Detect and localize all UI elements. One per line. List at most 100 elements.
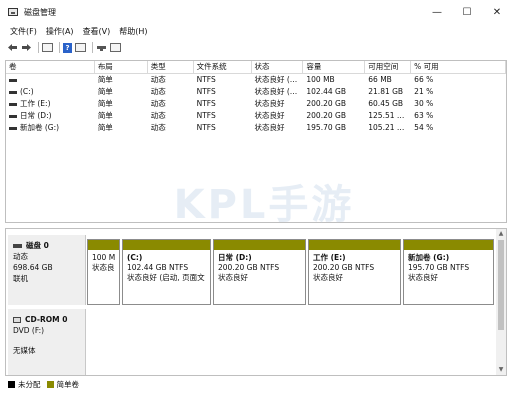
volume-icon (9, 78, 17, 82)
column-percent-free[interactable]: % 可用 (411, 61, 506, 73)
scroll-down-arrow-icon[interactable]: ▼ (496, 365, 506, 375)
column-volume[interactable]: 卷 (6, 61, 95, 73)
simple-volume-bar (214, 240, 305, 250)
menu-help[interactable]: 帮助(H) (119, 26, 147, 37)
percent-free-cell: 21 % (414, 87, 434, 96)
simple-volume-swatch (46, 380, 54, 388)
partition-status: 状态良好 (313, 273, 343, 282)
partition-size: 200.20 GB NTFS (313, 263, 375, 272)
table-row[interactable]: 日常 (D:) 简单 动态 NTFS 状态良好 200.20 GB 125.51… (6, 110, 506, 122)
partition-status: 状态良好 (218, 273, 248, 282)
table-row[interactable]: 工作 (E:) 简单 动态 NTFS 状态良好 200.20 GB 60.45 … (6, 98, 506, 110)
toolbar-separator (92, 42, 93, 53)
free-space-cell: 21.81 GB (368, 87, 404, 96)
volume-name: (C:) (20, 87, 34, 96)
cdrom-0-label[interactable]: CD-ROM 0 DVD (F:) 无媒体 (8, 309, 86, 375)
percent-free-cell: 30 % (414, 99, 434, 108)
status-cell: 状态良好 (… (254, 87, 298, 96)
disk-name: 磁盘 0 (26, 241, 49, 250)
unallocated-swatch (8, 380, 15, 388)
type-cell: 动态 (150, 87, 166, 96)
table-row[interactable]: 简单 动态 NTFS 状态良好 (… 100 MB 66 MB 66 % (6, 74, 506, 86)
volume-icon (9, 102, 17, 106)
disk-0-label[interactable]: 磁盘 0 动态 698.64 GB 联机 (8, 235, 86, 305)
hard-disk-icon (13, 244, 22, 248)
status-cell: 状态良好 (… (254, 75, 298, 84)
menu-bar: 文件(F) 操作(A) 查看(V) 帮助(H) (0, 24, 512, 38)
minimize-button[interactable]: — (422, 0, 452, 24)
cdrom-area (87, 309, 494, 375)
column-filesystem[interactable]: 文件系统 (194, 61, 252, 73)
partition-status: 状态良好 (启动, 页面文 (127, 273, 205, 282)
simple-volume-bar (88, 240, 119, 250)
volume-icon (9, 114, 17, 118)
vertical-scrollbar[interactable]: ▲ ▼ (496, 229, 506, 375)
cdrom-name: CD-ROM 0 (25, 315, 68, 324)
column-layout[interactable]: 布局 (95, 61, 148, 73)
partition-system-reserved[interactable]: 100 M 状态良 (87, 239, 120, 305)
volume-name: 日常 (D:) (20, 111, 52, 120)
cd-drive-icon (13, 317, 21, 323)
cdrom-media: 无媒体 (13, 346, 36, 355)
column-capacity[interactable]: 容量 (303, 61, 366, 73)
partition-size: 102.44 GB NTFS (127, 263, 189, 272)
toolbar-separator (38, 42, 39, 53)
menu-action[interactable]: 操作(A) (46, 26, 74, 37)
simple-volume-bar (404, 240, 493, 250)
maximize-button[interactable]: ☐ (452, 0, 482, 24)
filesystem-cell: NTFS (196, 87, 216, 96)
partition-c[interactable]: (C:) 102.44 GB NTFS 状态良好 (启动, 页面文 (122, 239, 211, 305)
capacity-cell: 200.20 GB (306, 99, 346, 108)
disk-size: 698.64 GB (13, 263, 53, 272)
partition-status: 状态良 (92, 263, 115, 272)
simple-volume-bar (309, 240, 400, 250)
back-arrow-icon[interactable] (7, 42, 18, 53)
filesystem-cell: NTFS (196, 99, 216, 108)
table-row[interactable]: (C:) 简单 动态 NTFS 状态良好 (… 102.44 GB 21.81 … (6, 86, 506, 98)
disk-management-icon (8, 8, 18, 16)
volume-list-header: 卷 布局 类型 文件系统 状态 容量 可用空间 % 可用 (6, 61, 506, 74)
menu-view[interactable]: 查看(V) (83, 26, 111, 37)
partition-name: 新加卷 (G:) (408, 253, 450, 262)
layout-cell: 简单 (97, 75, 113, 84)
scroll-up-arrow-icon[interactable]: ▲ (496, 229, 506, 239)
column-status[interactable]: 状态 (252, 61, 304, 73)
scroll-thumb[interactable] (498, 240, 504, 330)
layout-cell: 简单 (97, 99, 113, 108)
properties-icon[interactable] (75, 43, 86, 52)
free-space-cell: 105.21 … (368, 123, 405, 132)
layout-cell: 简单 (97, 111, 113, 120)
partition-size: 200.20 GB NTFS (218, 263, 280, 272)
partition-e[interactable]: 工作 (E:) 200.20 GB NTFS 状态良好 (308, 239, 401, 305)
percent-free-cell: 63 % (414, 111, 434, 120)
type-cell: 动态 (150, 123, 166, 132)
forward-arrow-icon[interactable] (21, 42, 32, 53)
filesystem-cell: NTFS (196, 123, 216, 132)
help-icon[interactable]: ? (63, 42, 72, 53)
window-controls: — ☐ ✕ (422, 0, 512, 24)
partition-g[interactable]: 新加卷 (G:) 195.70 GB NTFS 状态良好 (403, 239, 494, 305)
free-space-cell: 66 MB (368, 75, 392, 84)
column-type[interactable]: 类型 (148, 61, 194, 73)
partition-status: 状态良好 (408, 273, 438, 282)
free-space-cell: 125.51 … (368, 111, 405, 120)
drive-icon[interactable] (96, 42, 107, 53)
partition-name: 工作 (E:) (313, 253, 346, 262)
free-space-cell: 60.45 GB (368, 99, 404, 108)
partition-d[interactable]: 日常 (D:) 200.20 GB NTFS 状态良好 (213, 239, 306, 305)
close-button[interactable]: ✕ (482, 0, 512, 24)
volume-icon (9, 90, 17, 94)
toolbar: ? (0, 39, 512, 56)
table-row[interactable]: 新加卷 (G:) 简单 动态 NTFS 状态良好 195.70 GB 105.2… (6, 122, 506, 134)
list-view-icon[interactable] (42, 43, 53, 52)
filesystem-cell: NTFS (196, 75, 216, 84)
menu-file[interactable]: 文件(F) (10, 26, 37, 37)
partition-name: (C:) (127, 253, 143, 262)
legend-unallocated: 未分配 (18, 379, 41, 389)
capacity-cell: 102.44 GB (306, 87, 346, 96)
layout-cell: 简单 (97, 87, 113, 96)
disk-view-icon[interactable] (110, 43, 121, 52)
partition-name: 日常 (D:) (218, 253, 252, 262)
column-free-space[interactable]: 可用空间 (365, 61, 412, 73)
capacity-cell: 100 MB (306, 75, 335, 84)
